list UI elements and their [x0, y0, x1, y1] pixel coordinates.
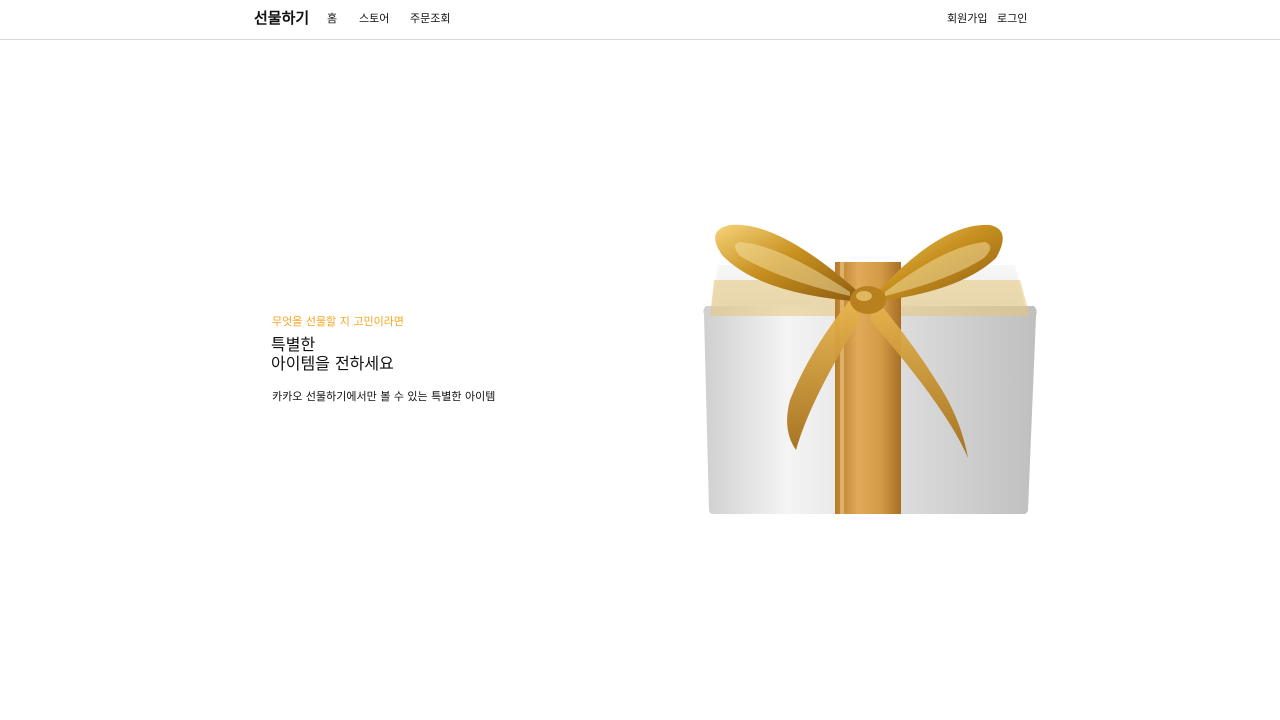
- hero-title-line-1: 특별한: [271, 335, 316, 354]
- nav-store-link[interactable]: 스토어: [359, 10, 389, 26]
- brand-logo-link[interactable]: 선물하기: [254, 7, 309, 28]
- hero-eyebrow-text: 무엇을 선물할 지 고민이라면: [272, 315, 404, 328]
- top-navigation-bar: 선물하기 홈 스토어 주문조회 회원가입 로그인: [0, 0, 1280, 40]
- hero-subtitle: 카카오 선물하기에서만 볼 수 있는 특별한 아이템: [272, 390, 496, 403]
- login-link[interactable]: 로그인: [997, 10, 1027, 26]
- hero-banner: 무엇을 선물할 지 고민이라면 특별한 아이템을 전하세요 카카오 선물하기에서…: [0, 40, 1280, 720]
- nav-home-link[interactable]: 홈: [327, 10, 337, 26]
- gift-box-icon: [700, 180, 1040, 515]
- hero-title: 특별한 아이템을 전하세요: [271, 335, 394, 373]
- hero-title-line-2: 아이템을 전하세요: [271, 354, 394, 373]
- signup-link[interactable]: 회원가입: [947, 10, 987, 26]
- nav-orders-link[interactable]: 주문조회: [410, 10, 450, 26]
